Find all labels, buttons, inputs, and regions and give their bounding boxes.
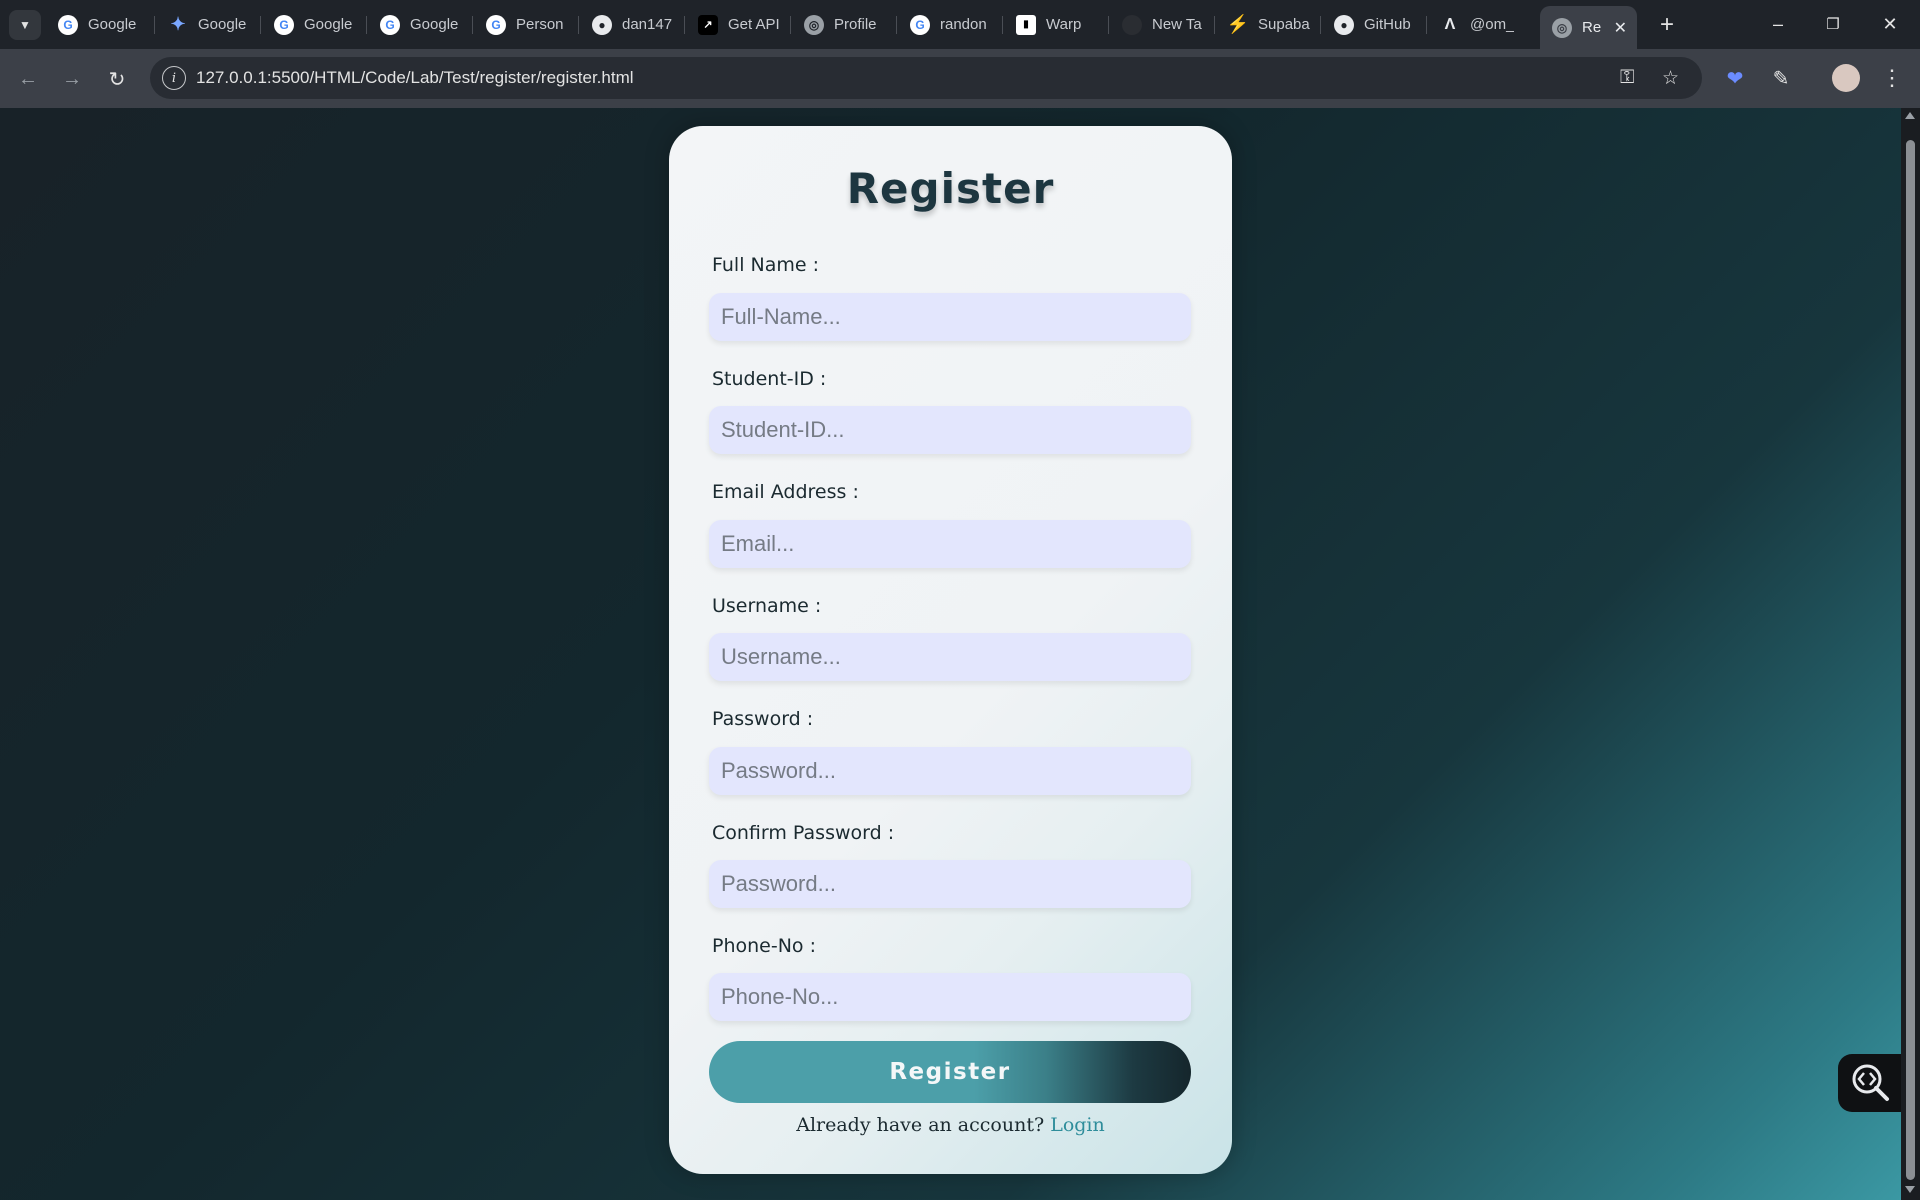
- chevron-down-icon: ▼: [19, 18, 31, 32]
- address-bar[interactable]: i 127.0.0.1:5500/HTML/Code/Lab/Test/regi…: [150, 57, 1702, 99]
- browser-tab[interactable]: ✦ Google: [168, 8, 260, 41]
- student-id-input[interactable]: [709, 406, 1191, 454]
- confirm-password-label: Confirm Password :: [712, 822, 895, 844]
- reload-button[interactable]: ↻: [101, 63, 133, 95]
- github-icon: ●: [1334, 14, 1354, 35]
- student-id-label: Student-ID :: [712, 368, 827, 390]
- google-icon: G: [486, 14, 506, 35]
- username-label: Username :: [712, 595, 822, 617]
- browser-tab[interactable]: G Google: [274, 8, 366, 41]
- browser-tab[interactable]: ↗ Get API: [698, 8, 790, 41]
- globe-icon: ◎: [804, 14, 824, 35]
- back-button[interactable]: ←: [12, 63, 44, 95]
- login-prompt-text: Already have an account?: [796, 1114, 1045, 1136]
- browser-tab[interactable]: New Ta: [1122, 8, 1214, 41]
- key-icon[interactable]: ⚿: [1620, 67, 1634, 89]
- scroll-up-arrow[interactable]: [1905, 112, 1915, 119]
- gemini-icon: ✦: [170, 14, 186, 34]
- email-label: Email Address :: [712, 481, 859, 503]
- close-tab-icon[interactable]: ✕: [1614, 18, 1627, 38]
- confirm-password-input[interactable]: [709, 860, 1191, 908]
- browser-tab[interactable]: ● GitHub: [1334, 8, 1426, 41]
- browser-tab[interactable]: ● dan147: [592, 8, 684, 41]
- browser-tab[interactable]: ⚡ Supaba: [1228, 8, 1320, 41]
- page-viewport: Register Full Name : Student-ID : Email …: [0, 108, 1901, 1200]
- blank-icon: [1122, 14, 1142, 35]
- login-prompt: Already have an account? Login: [669, 1114, 1232, 1136]
- new-tab-button[interactable]: +: [1652, 10, 1682, 40]
- github-icon: ●: [592, 14, 612, 35]
- browser-tab[interactable]: Λ @om_: [1440, 8, 1532, 41]
- tab-separator: [472, 16, 473, 34]
- tab-separator: [684, 16, 685, 34]
- menu-kebab-icon[interactable]: ⋮: [1877, 63, 1907, 93]
- code-search-icon: [1852, 1064, 1889, 1101]
- minimize-button[interactable]: –: [1751, 6, 1805, 42]
- phone-input[interactable]: [709, 973, 1191, 1021]
- email-input[interactable]: [709, 520, 1191, 568]
- google-icon: G: [274, 14, 294, 35]
- tab-separator: [1002, 16, 1003, 34]
- scrollbar-thumb[interactable]: [1906, 140, 1915, 1180]
- password-label: Password :: [712, 708, 814, 730]
- login-link[interactable]: Login: [1050, 1114, 1105, 1136]
- tab-separator: [1108, 16, 1109, 34]
- bookmark-star-icon[interactable]: ☆: [1662, 67, 1679, 90]
- tab-separator: [366, 16, 367, 34]
- browser-tab[interactable]: G Google: [58, 8, 150, 41]
- tab-separator: [1426, 16, 1427, 34]
- page-title: Register: [846, 164, 1055, 213]
- google-icon: G: [58, 14, 78, 35]
- extension-icon[interactable]: ❤: [1720, 63, 1750, 93]
- tab-search-button[interactable]: ▼: [9, 10, 41, 40]
- register-button[interactable]: Register: [709, 1041, 1191, 1103]
- triangle-icon: Λ: [1444, 15, 1456, 33]
- full-name-input[interactable]: [709, 293, 1191, 341]
- full-name-label: Full Name :: [712, 254, 820, 276]
- tab-separator: [260, 16, 261, 34]
- browser-tab[interactable]: G Person: [486, 8, 578, 41]
- browser-tab[interactable]: ▮ Warp: [1016, 8, 1108, 41]
- tab-separator: [790, 16, 791, 34]
- phone-label: Phone-No :: [712, 935, 816, 957]
- tab-separator: [154, 16, 155, 34]
- scroll-down-arrow[interactable]: [1905, 1186, 1915, 1193]
- extensions-puzzle-icon[interactable]: ✎: [1766, 63, 1796, 93]
- password-input[interactable]: [709, 747, 1191, 795]
- browser-toolbar: ← → ↻ i 127.0.0.1:5500/HTML/Code/Lab/Tes…: [0, 49, 1920, 108]
- close-window-button[interactable]: ✕: [1863, 6, 1917, 42]
- url-text[interactable]: 127.0.0.1:5500/HTML/Code/Lab/Test/regist…: [196, 68, 634, 88]
- google-icon: G: [380, 14, 400, 35]
- browser-tab-active[interactable]: ◎ Re ✕: [1540, 6, 1637, 49]
- site-info-icon[interactable]: i: [162, 66, 186, 90]
- browser-tab[interactable]: ◎ Profile: [804, 8, 896, 41]
- google-icon: G: [910, 14, 930, 35]
- tab-separator: [896, 16, 897, 34]
- supabase-icon: ⚡: [1228, 14, 1250, 34]
- api-icon: ↗: [698, 14, 718, 35]
- browser-tab[interactable]: G randon: [910, 8, 1002, 41]
- globe-icon: ◎: [1552, 17, 1572, 38]
- register-card: Register Full Name : Student-ID : Email …: [669, 126, 1232, 1174]
- warp-icon: ▮: [1016, 14, 1036, 35]
- code-search-extension-button[interactable]: [1838, 1054, 1901, 1112]
- username-input[interactable]: [709, 633, 1191, 681]
- forward-button[interactable]: →: [56, 63, 88, 95]
- tab-separator: [1214, 16, 1215, 34]
- browser-tab[interactable]: G Google: [380, 8, 472, 41]
- tab-separator: [578, 16, 579, 34]
- tab-separator: [1320, 16, 1321, 34]
- tab-strip: ▼ G Google ✦ Google G Google G Google G …: [0, 0, 1920, 49]
- avatar[interactable]: [1832, 64, 1860, 92]
- restore-button[interactable]: ❐: [1806, 6, 1860, 42]
